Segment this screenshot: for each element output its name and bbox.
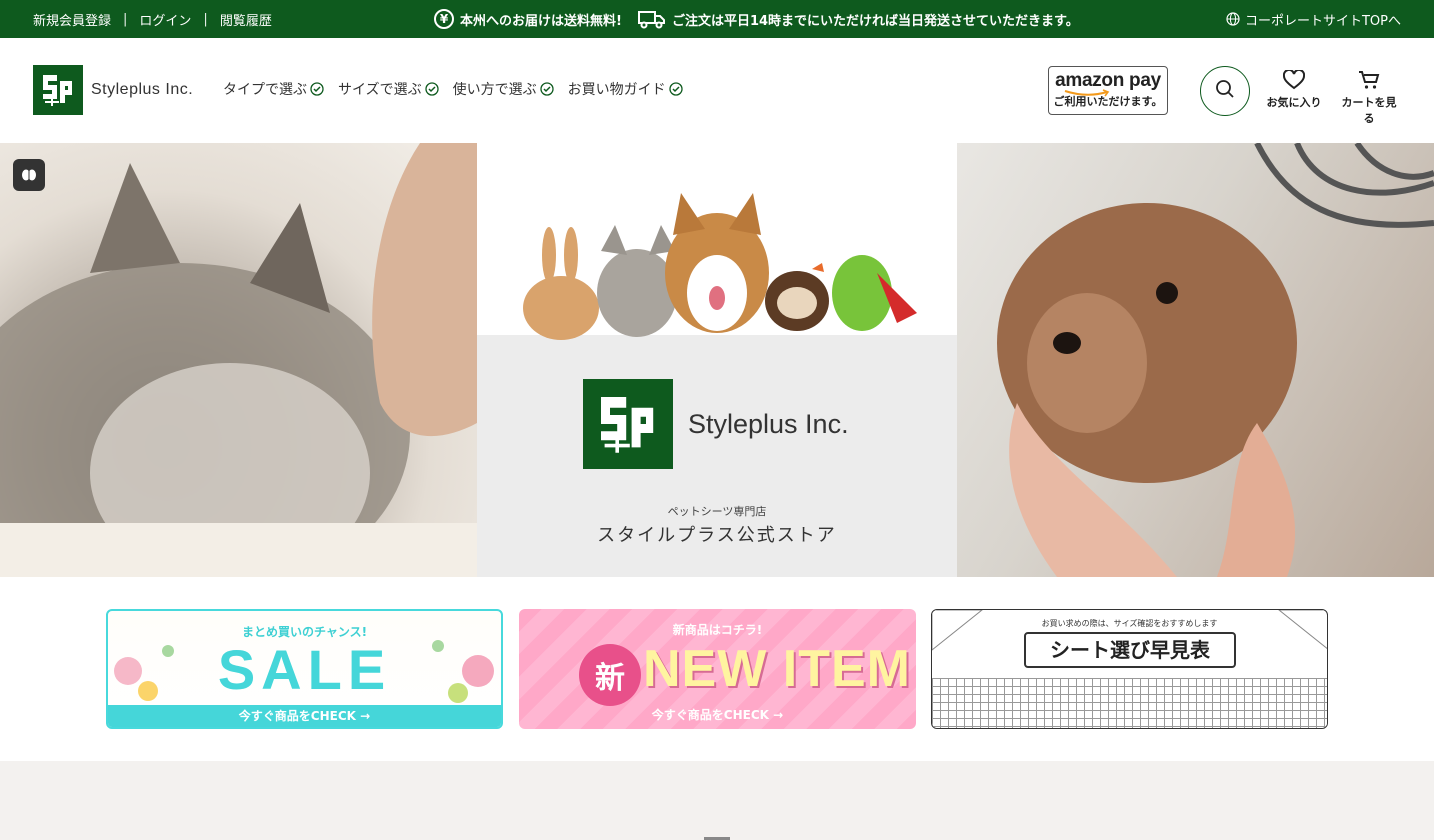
size-title: シート選び早見表 [1024,632,1236,668]
top-bar: 新規会員登録 | ログイン | 閲覧履歴 ¥ 本州へのお届けは送料無料! ご注文… [0,0,1434,38]
site-logo[interactable]: Styleplus Inc. [33,65,193,115]
yen-icon: ¥ [434,9,454,29]
brain-icon [22,169,36,181]
nav-usage[interactable]: 使い方で選ぶ [453,79,554,99]
logo-mark-icon [33,65,83,115]
nav-label: お買い物ガイド [567,82,666,98]
check-circle-icon [424,82,439,96]
same-day-text: ご注文は平日14時までにいただければ当日発送させていただきます。 [671,13,1079,29]
nav-label: 使い方で選ぶ [452,82,537,98]
nav-label: タイプで選ぶ [223,82,307,98]
new-title: NEW ITEM [643,640,911,698]
nav-type[interactable]: タイプで選ぶ [223,79,324,99]
nav-label: サイズで選ぶ [338,82,422,98]
hero-subtitle: ペットシーツ専門店 [667,505,767,518]
dog-photo [957,143,1434,577]
cat-photo [0,143,477,577]
new-item-banner[interactable]: 新商品はコチラ! 新 NEW ITEM 今すぐ商品をCHECK → [519,609,916,729]
search-icon [1215,79,1235,103]
cart-icon [1359,71,1380,89]
main-nav: タイプで選ぶ サイズで選ぶ 使い方で選ぶ お買い物ガイド [223,79,683,99]
heart-icon [1283,70,1305,90]
sale-banner[interactable]: まとめ買いのチャンス! SALE 今すぐ商品をCHECK → [106,609,503,729]
size-chart-banner[interactable]: お買い求めの際は、サイズ確認をおすすめします シート選び早見表 [931,609,1328,729]
login-link[interactable]: ログイン [139,10,191,29]
hero-brand-name: Styleplus Inc. [688,409,849,439]
cart-link[interactable]: カートを見る [1337,70,1401,126]
size-subtitle: お買い求めの際は、サイズ確認をおすすめします [1041,619,1218,628]
corporate-link[interactable]: コーポレートサイトTOPへ [1226,0,1401,38]
new-subtitle: 新商品はコチラ! [672,623,763,637]
corporate-link-label: コーポレートサイトTOPへ [1244,13,1401,29]
nav-size[interactable]: サイズで選ぶ [338,79,439,99]
amazon-smile-icon [1064,89,1110,97]
sale-title: SALE [217,638,392,701]
separator: | [123,11,128,27]
sale-cta: 今すぐ商品をCHECK → [108,705,501,727]
brand-logo-mark-icon [583,379,673,469]
history-link[interactable]: 閲覧履歴 [220,10,272,29]
logo-text: Styleplus Inc. [91,81,194,98]
shipping-notice: ¥ 本州へのお届けは送料無料! ご注文は平日14時までにいただければ当日発送させ… [434,0,1079,38]
lower-section [0,761,1434,840]
cart-label: カートを見る [1341,96,1397,125]
new-badge: 新 [579,644,641,706]
brain-icon-button[interactable] [13,159,45,191]
search-button[interactable] [1200,66,1250,116]
globe-icon [1226,12,1240,26]
hero-slider[interactable]: Styleplus Inc. ペットシーツ専門店 スタイルプラス公式ストア [0,143,1434,577]
hero-title: スタイルプラス公式ストア [597,525,837,546]
nav-guide[interactable]: お買い物ガイド [568,79,683,99]
amazon-pay-badge: amazon pay ご利用いただけます。 [1048,66,1168,115]
new-cta: 今すぐ商品をCHECK → [651,708,784,722]
separator: | [203,11,208,27]
free-shipping-text: 本州へのお届けは送料無料! [460,13,622,29]
truck-icon [637,9,666,29]
register-link[interactable]: 新規会員登録 [33,10,111,29]
favorites-label: お気に入り [1266,96,1322,109]
pets-illustration [523,193,917,340]
site-header: Styleplus Inc. タイプで選ぶ サイズで選ぶ 使い方で選ぶ お買い物… [0,38,1434,143]
check-circle-icon [668,82,683,96]
ruler-grid [932,678,1327,728]
check-circle-icon [310,82,324,96]
favorites-link[interactable]: お気に入り [1266,70,1322,110]
brand-panel: Styleplus Inc. ペットシーツ専門店 スタイルプラス公式ストア [477,143,957,577]
check-circle-icon [539,82,554,96]
